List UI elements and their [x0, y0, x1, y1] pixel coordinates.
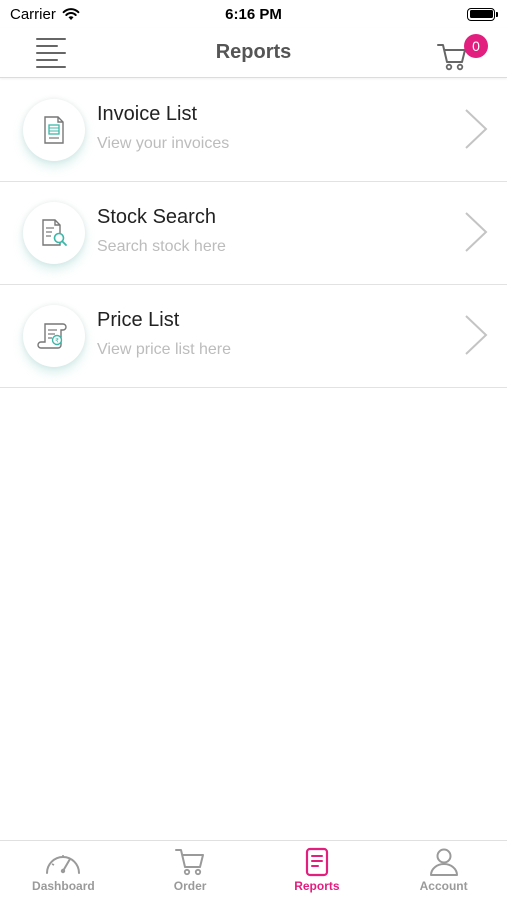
wifi-icon [62, 8, 80, 20]
nav-bar: Reports 0 [0, 28, 507, 78]
menu-line [36, 45, 58, 47]
report-title: Invoice List [97, 103, 198, 125]
report-item-invoice-list[interactable]: Invoice List View your invoices [0, 79, 507, 182]
menu-button[interactable] [36, 36, 70, 70]
screen: Carrier 6:16 PM Reports 0 Invoice List V… [0, 0, 507, 900]
carrier-label: Carrier [10, 5, 56, 23]
menu-line [36, 38, 66, 40]
tab-reports[interactable]: Reports [254, 841, 381, 900]
page-title: Reports [215, 41, 292, 63]
svg-text:₹: ₹ [55, 338, 59, 345]
report-subtitle: View your invoices [97, 135, 230, 152]
report-item-stock-search[interactable]: Stock Search Search stock here [0, 182, 507, 285]
cart-icon [175, 849, 205, 876]
battery-icon [467, 7, 498, 21]
chevron-right-icon [465, 315, 488, 355]
reports-list: Invoice List View your invoices Stock Se… [0, 79, 507, 388]
chevron-right-icon [465, 212, 488, 252]
price-list-icon: ₹ [23, 305, 85, 367]
cart-count-badge: 0 [464, 34, 488, 58]
tab-label: Dashboard [32, 879, 95, 893]
status-bar: Carrier 6:16 PM [0, 0, 507, 28]
tab-label: Reports [294, 879, 340, 893]
reports-icon [305, 847, 328, 877]
report-subtitle: View price list here [97, 341, 231, 358]
menu-line [36, 66, 66, 68]
menu-line [36, 59, 58, 61]
tab-dashboard[interactable]: Dashboard [0, 841, 127, 900]
status-left: Carrier [10, 6, 80, 23]
dashboard-icon [46, 855, 81, 874]
tab-order[interactable]: Order [127, 841, 254, 900]
report-subtitle: Search stock here [97, 238, 226, 255]
report-title: Stock Search [97, 206, 216, 228]
cart-button[interactable]: 0 [436, 34, 492, 74]
tab-account[interactable]: Account [380, 841, 507, 900]
report-item-price-list[interactable]: ₹ Price List View price list here [0, 285, 507, 388]
tab-bar: Dashboard Order Reports Account [0, 840, 507, 900]
invoice-icon [23, 99, 85, 161]
menu-line [36, 52, 66, 54]
account-icon [429, 848, 458, 876]
stock-search-icon [23, 202, 85, 264]
tab-label: Account [419, 879, 468, 893]
chevron-right-icon [465, 109, 488, 149]
tab-label: Order [173, 879, 207, 893]
report-title: Price List [97, 309, 180, 331]
